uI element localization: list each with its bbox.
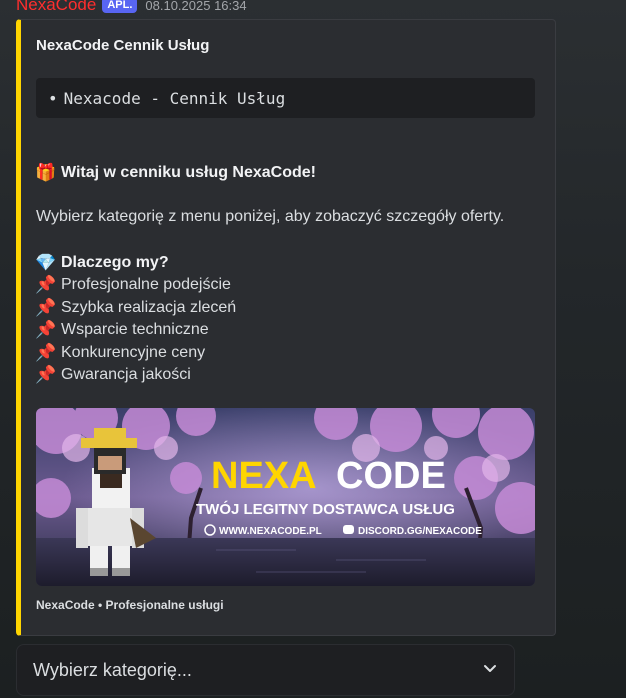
banner-graphic: NEXA CODE TWÓJ LEGITNY DOSTAWCA USŁUG WW… bbox=[36, 408, 535, 586]
welcome-text: Witaj w cenniku usług NexaCode! bbox=[61, 164, 317, 181]
pushpin-icon: 📌 bbox=[35, 275, 57, 294]
pushpin-icon: 📌 bbox=[35, 365, 57, 384]
code-block: • Nexacode - Cennik Usług bbox=[36, 78, 535, 118]
gem-icon: 💎 bbox=[35, 253, 57, 272]
list-item: 📌 Wsparcie techniczne bbox=[35, 320, 209, 340]
svg-text:TWÓJ LEGITNY DOSTAWCA USŁUG: TWÓJ LEGITNY DOSTAWCA USŁUG bbox=[196, 500, 455, 518]
gift-icon: 🎁 bbox=[35, 163, 57, 182]
list-item: 📌 Gwarancja jakości bbox=[35, 365, 191, 385]
banner-image[interactable]: NEXA CODE TWÓJ LEGITNY DOSTAWCA USŁUG WW… bbox=[36, 408, 535, 586]
author-name[interactable]: NexaCode bbox=[16, 0, 96, 15]
message-timestamp: 08.10.2025 16:34 bbox=[145, 0, 247, 13]
svg-text:NEXA: NEXA bbox=[211, 455, 317, 497]
embed-footer: NexaCode • Profesjonalne usługi bbox=[36, 598, 224, 612]
why-item-label: Konkurencyjne ceny bbox=[61, 344, 206, 361]
svg-text:WWW.NEXACODE.PL: WWW.NEXACODE.PL bbox=[219, 526, 322, 537]
description-line: Wybierz kategorię z menu poniżej, aby zo… bbox=[36, 208, 504, 226]
welcome-line: 🎁 Witaj w cenniku usług NexaCode! bbox=[35, 163, 316, 183]
why-item-label: Gwarancja jakości bbox=[61, 366, 191, 383]
embed-card: NexaCode Cennik Usług • Nexacode - Cenni… bbox=[16, 19, 556, 636]
chevron-down-icon bbox=[482, 660, 498, 681]
list-item: 📌 Profesjonalne podejście bbox=[35, 275, 231, 295]
code-text: Nexacode - Cennik Usług bbox=[63, 88, 286, 108]
why-title-line: 💎 Dlaczego my? bbox=[35, 253, 169, 273]
message-header: NexaCode APL. 08.10.2025 16:34 bbox=[16, 0, 247, 16]
pushpin-icon: 📌 bbox=[35, 320, 57, 339]
why-item-label: Wsparcie techniczne bbox=[61, 321, 209, 338]
description-text: Wybierz kategorię z menu poniżej, aby zo… bbox=[36, 208, 505, 225]
why-title: Dlaczego my? bbox=[61, 254, 169, 271]
pushpin-icon: 📌 bbox=[35, 298, 57, 317]
list-item: 📌 Szybka realizacja zleceń bbox=[35, 298, 236, 318]
category-select-menu[interactable]: Wybierz kategorię... bbox=[16, 644, 515, 696]
code-bullet: • bbox=[48, 88, 58, 108]
why-item-label: Szybka realizacja zleceń bbox=[61, 299, 237, 316]
embed-title: NexaCode Cennik Usług bbox=[36, 37, 210, 54]
select-placeholder: Wybierz kategorię... bbox=[33, 659, 192, 680]
why-item-label: Profesjonalne podejście bbox=[61, 276, 231, 293]
app-badge: APL. bbox=[102, 0, 138, 13]
discord-message: NexaCode APL. 08.10.2025 16:34 NexaCode … bbox=[0, 0, 626, 698]
svg-text:CODE: CODE bbox=[336, 455, 446, 497]
pushpin-icon: 📌 bbox=[35, 343, 57, 362]
list-item: 📌 Konkurencyjne ceny bbox=[35, 343, 205, 363]
svg-text:DISCORD.GG/NEXACODE: DISCORD.GG/NEXACODE bbox=[358, 526, 482, 537]
